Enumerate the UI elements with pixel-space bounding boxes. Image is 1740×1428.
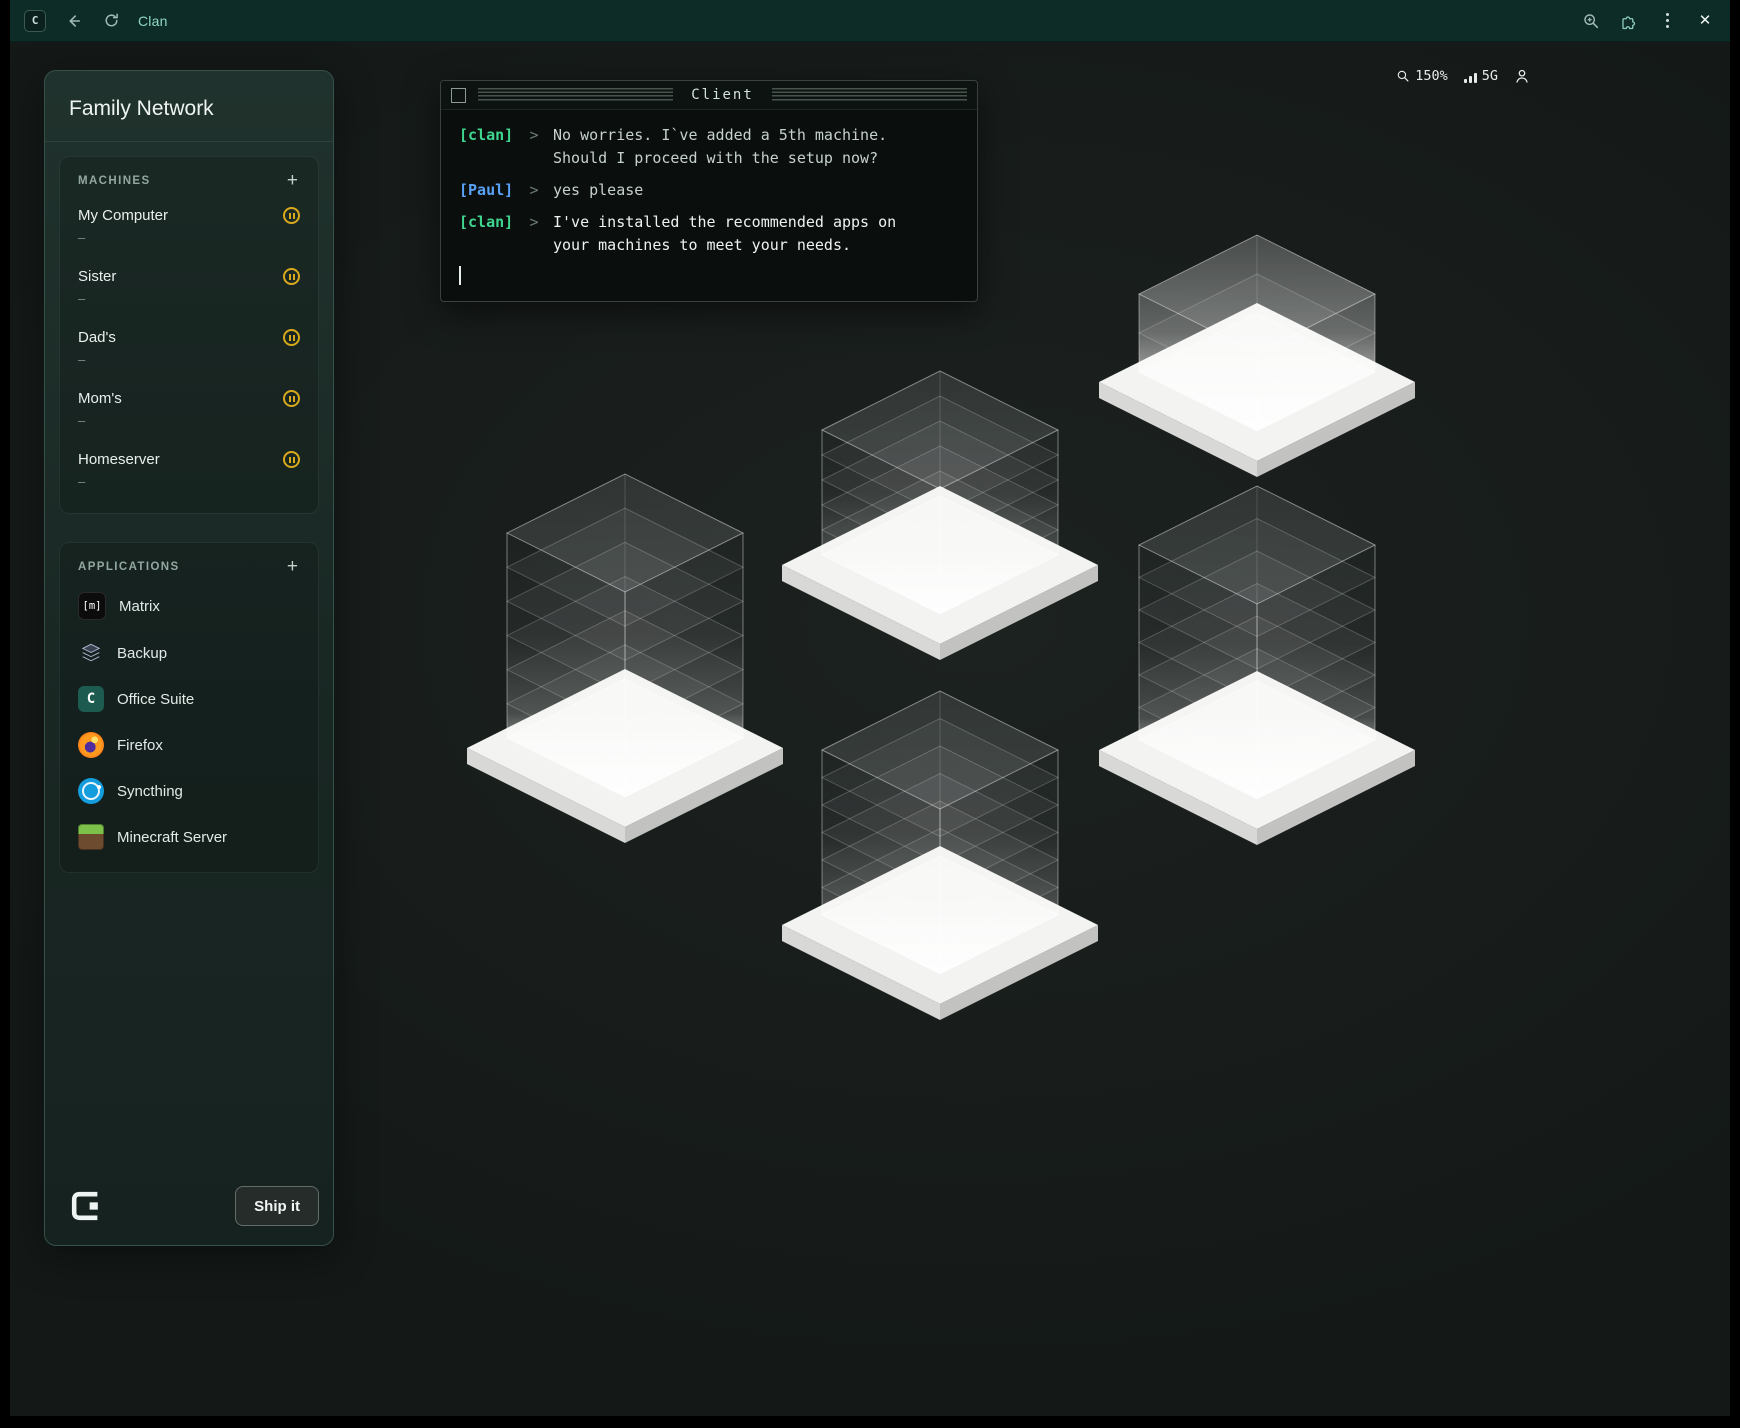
person-icon (1514, 68, 1530, 84)
machine-status-text: – (78, 413, 300, 428)
extensions-icon[interactable] (1618, 10, 1640, 32)
machine-list-item[interactable]: Dad's – (76, 318, 302, 379)
terminal-body[interactable]: [clan] > No worries. I`ve added a 5th ma… (441, 110, 977, 301)
clan-favicon-icon: C (24, 10, 46, 32)
machine-status-icon[interactable] (283, 329, 300, 346)
terminal-titlebar: Client (441, 81, 977, 110)
add-machine-button[interactable]: + (285, 171, 300, 190)
backup-icon (78, 640, 104, 666)
message-text: yes please (553, 179, 914, 202)
terminal-cursor (459, 266, 461, 285)
machine-name: Dad's (78, 329, 116, 346)
app-list-item[interactable]: Syncthing (76, 768, 302, 814)
message-text: No worries. I`ve added a 5th machine. Sh… (553, 124, 914, 170)
terminal-line: [clan] > No worries. I`ve added a 5th ma… (459, 124, 959, 170)
ship-it-button[interactable]: Ship it (235, 1186, 319, 1226)
terminal-line: [clan] > I've installed the recommended … (459, 211, 959, 257)
app-name: Syncthing (117, 783, 183, 800)
machine-name: My Computer (78, 207, 168, 224)
machine-name: Mom's (78, 390, 122, 407)
machine-node-3[interactable] (1087, 230, 1427, 482)
app-list-item[interactable]: Backup (76, 630, 302, 676)
app-name: Matrix (119, 598, 160, 615)
firefox-icon (78, 732, 104, 758)
syncthing-icon (78, 778, 104, 804)
zoom-value: 150% (1415, 68, 1448, 84)
signal-bars-icon (1464, 70, 1477, 83)
app-name: Backup (117, 645, 167, 662)
sidebar-footer: Ship it (63, 1183, 319, 1229)
machine-list-item[interactable]: Mom's – (76, 379, 302, 440)
app-name: Firefox (117, 737, 163, 754)
user-indicator[interactable] (1514, 68, 1530, 84)
applications-section-label: APPLICATIONS (78, 561, 180, 573)
machines-section-label: MACHINES (78, 175, 151, 187)
prompt-separator: > (523, 211, 545, 257)
matrix-icon: [m] (78, 592, 106, 620)
machine-status-icon[interactable] (283, 207, 300, 224)
menu-kebab-icon[interactable] (1656, 10, 1678, 32)
minecraft-icon (78, 824, 104, 850)
app-list-item[interactable]: [m] Matrix (76, 582, 302, 630)
titlebar-stripes-left (478, 88, 673, 102)
app-canvas: 150% 5G Client [clan] > No worries. I`ve… (10, 42, 1730, 1416)
terminal-window-control[interactable] (451, 88, 466, 103)
app-name: Office Suite (117, 691, 194, 708)
terminal-title: Client (685, 87, 760, 103)
machine-name: Sister (78, 268, 116, 285)
add-application-button[interactable]: + (285, 557, 300, 576)
prompt-separator: > (523, 124, 545, 170)
machine-node-4[interactable] (1087, 481, 1427, 850)
app-list-item[interactable]: Minecraft Server (76, 814, 302, 860)
machine-status-text: – (78, 230, 300, 245)
network-indicator: 5G (1464, 68, 1498, 84)
network-value: 5G (1482, 68, 1498, 84)
machine-status-text: – (78, 291, 300, 306)
magnifier-icon (1396, 69, 1410, 83)
zoom-indicator: 150% (1396, 68, 1448, 84)
machine-node-5[interactable] (770, 686, 1110, 1025)
titlebar-stripes-right (772, 88, 967, 102)
office-suite-icon: C (78, 686, 104, 712)
speaker-clan: [clan] (459, 211, 515, 257)
zoom-in-icon[interactable] (1580, 10, 1602, 32)
clan-logo-icon (63, 1183, 109, 1229)
tab-title: Clan (138, 13, 168, 29)
close-icon[interactable]: ✕ (1694, 10, 1716, 32)
speaker-clan: [clan] (459, 124, 515, 170)
applications-section: APPLICATIONS + [m] Matrix Backup C (59, 542, 319, 873)
speaker-paul: [Paul] (459, 179, 515, 202)
machine-name: Homeserver (78, 451, 160, 468)
machine-status-text: – (78, 474, 300, 489)
machine-list-item[interactable]: Sister – (76, 257, 302, 318)
machine-status-icon[interactable] (283, 268, 300, 285)
reload-button[interactable] (100, 10, 122, 32)
prompt-separator: > (523, 179, 545, 202)
machine-status-icon[interactable] (283, 451, 300, 468)
sidebar: Family Network MACHINES + My Computer – … (44, 70, 334, 1246)
machine-status-text: – (78, 352, 300, 367)
machine-node-1[interactable] (455, 469, 795, 848)
message-text: I've installed the recommended apps on y… (553, 211, 914, 257)
machines-section: MACHINES + My Computer – Sister – Da (59, 156, 319, 514)
hud-status: 150% 5G (1396, 68, 1530, 84)
machines-section-header: MACHINES + (76, 167, 302, 196)
page-title: Family Network (45, 71, 333, 142)
machine-list-item[interactable]: My Computer – (76, 196, 302, 257)
machine-status-icon[interactable] (283, 390, 300, 407)
client-terminal[interactable]: Client [clan] > No worries. I`ve added a… (440, 80, 978, 302)
app-list-item[interactable]: Firefox (76, 722, 302, 768)
machine-list-item[interactable]: Homeserver – (76, 440, 302, 501)
machine-node-2[interactable] (770, 366, 1110, 665)
app-name: Minecraft Server (117, 829, 227, 846)
browser-topbar: C Clan ✕ (10, 0, 1730, 42)
terminal-line: [Paul] > yes please (459, 179, 959, 202)
applications-section-header: APPLICATIONS + (76, 553, 302, 582)
app-list-item[interactable]: C Office Suite (76, 676, 302, 722)
back-button[interactable] (62, 10, 84, 32)
